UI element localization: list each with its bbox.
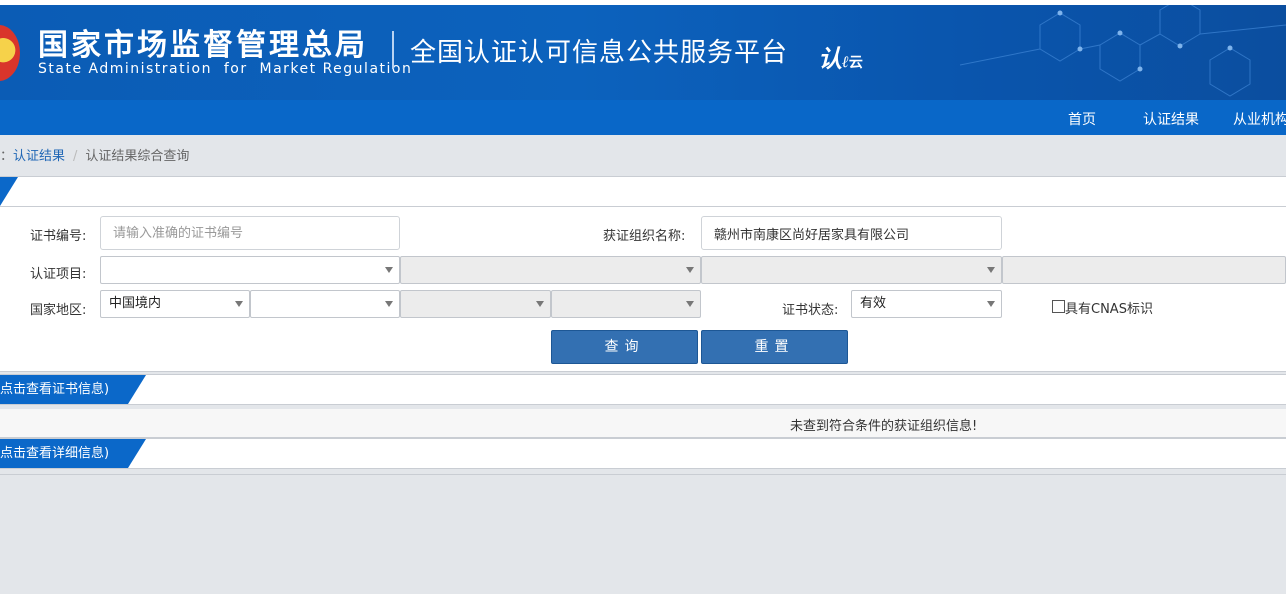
chevron-down-icon	[385, 267, 393, 273]
content-divider	[0, 474, 1286, 475]
chevron-down-icon	[385, 301, 393, 307]
breadcrumb-current: 认证结果综合查询	[85, 149, 190, 164]
region-district-select[interactable]	[551, 290, 701, 318]
panel-tab-marker	[0, 177, 18, 206]
agency-name-en: State Administration for Market Regulati…	[38, 61, 413, 77]
cert-project-select-1[interactable]	[100, 256, 400, 284]
breadcrumb-prefix: ：	[0, 149, 14, 164]
cert-no-input[interactable]	[100, 216, 400, 250]
chevron-down-icon	[235, 301, 243, 307]
search-panel-header	[0, 177, 1286, 207]
cert-no-label: 证书编号:	[30, 229, 87, 244]
nav-home[interactable]: 首页	[1068, 109, 1096, 129]
reset-button[interactable]: 重置	[701, 330, 848, 364]
region-city-select[interactable]	[400, 290, 551, 318]
platform-title: 全国认证认可信息公共服务平台	[410, 38, 789, 68]
cnas-checkbox[interactable]	[1052, 300, 1065, 313]
chevron-down-icon	[987, 301, 995, 307]
cert-status-label: 证书状态:	[782, 303, 839, 318]
cert-info-bar: 点击查看证书信息)	[0, 374, 1286, 405]
cert-project-select-4[interactable]	[1002, 256, 1286, 284]
main-nav: 首页 认证结果 从业机构	[0, 100, 1286, 135]
search-button[interactable]: 查询	[551, 330, 698, 364]
cert-status-select[interactable]: 有效	[851, 290, 1002, 318]
region-province-select[interactable]	[250, 290, 400, 318]
cnas-label: 具有CNAS标识	[1065, 302, 1153, 317]
cert-info-tab-marker	[128, 375, 146, 404]
detail-info-bar: 点击查看详细信息)	[0, 438, 1286, 469]
cert-project-select-3[interactable]	[701, 256, 1002, 284]
agency-name-cn: 国家市场监督管理总局	[38, 28, 368, 63]
chevron-down-icon	[987, 267, 995, 273]
cert-project-select-2[interactable]	[400, 256, 701, 284]
national-emblem-icon	[0, 25, 20, 81]
chevron-down-icon	[536, 301, 544, 307]
header-banner: 国家市场监督管理总局 State Administration for Mark…	[0, 5, 1286, 100]
header-divider	[392, 31, 394, 69]
no-result-message: 未查到符合条件的获证组织信息!	[790, 419, 978, 434]
breadcrumb-separator: /	[73, 149, 78, 164]
detail-info-tab[interactable]: 点击查看详细信息)	[0, 439, 128, 468]
cert-info-tab[interactable]: 点击查看证书信息)	[0, 375, 128, 404]
breadcrumb-cert-results[interactable]: 认证结果	[13, 149, 65, 164]
region-label: 国家地区:	[30, 303, 87, 318]
network-decoration	[960, 5, 1286, 97]
cert-project-label: 认证项目:	[30, 267, 87, 282]
chevron-down-icon	[686, 267, 694, 273]
chevron-down-icon	[686, 301, 694, 307]
cert-status-value: 有效	[860, 296, 887, 311]
no-result-row: 未查到符合条件的获证组织信息!	[0, 409, 1286, 438]
region-country-value: 中国境内	[109, 296, 162, 311]
nav-institutions[interactable]: 从业机构	[1233, 109, 1286, 129]
region-country-select[interactable]: 中国境内	[100, 290, 250, 318]
detail-info-tab-marker	[128, 439, 146, 468]
org-name-label: 获证组织名称:	[603, 229, 686, 244]
platform-logo: 认ℓ云	[818, 44, 863, 73]
nav-cert-results[interactable]: 认证结果	[1143, 109, 1199, 129]
org-name-input[interactable]	[701, 216, 1002, 250]
breadcrumb: ：认证结果 / 认证结果综合查询	[0, 145, 189, 164]
